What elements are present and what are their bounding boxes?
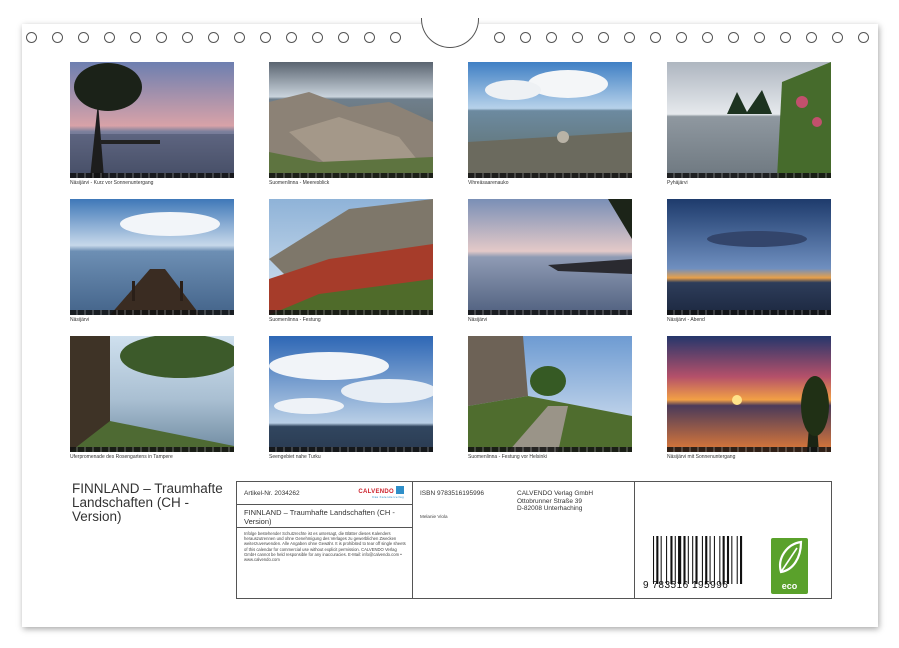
binding-ring bbox=[130, 32, 141, 43]
binding-ring bbox=[364, 32, 375, 43]
binding-ring bbox=[182, 32, 193, 43]
binding-ring bbox=[858, 32, 869, 43]
barcode-bar bbox=[666, 536, 668, 584]
calendar-title: FINNLAND – Traumhafte Landschaften (CH -… bbox=[72, 481, 223, 524]
binding-ring bbox=[520, 32, 531, 43]
publisher-column: ISBN 9783516195996 Melanie Viola CALVEND… bbox=[413, 482, 635, 598]
binding-ring bbox=[754, 32, 765, 43]
binding-ring bbox=[572, 32, 583, 43]
barcode-bar bbox=[674, 536, 676, 584]
barcode-bar bbox=[683, 536, 686, 584]
binding-ring bbox=[26, 32, 37, 43]
barcode-bar bbox=[660, 536, 662, 584]
divider bbox=[237, 527, 412, 528]
barcode-bar bbox=[653, 536, 655, 584]
publisher-name: CALVENDO Verlag GmbH bbox=[517, 490, 594, 497]
binding-ring bbox=[156, 32, 167, 43]
photo-caption: Näsijärvi bbox=[468, 317, 488, 323]
photo-thumbnail bbox=[269, 199, 433, 315]
barcode-bar bbox=[736, 536, 738, 584]
binding-ring bbox=[390, 32, 401, 43]
calvendo-subline: Das Kalenderverlag bbox=[372, 495, 404, 499]
barcode-bar bbox=[692, 536, 694, 584]
barcode-bar bbox=[726, 536, 730, 584]
photo-thumbnail bbox=[70, 199, 234, 315]
photo-caption: Näsijärvi mit Sonnenuntergang bbox=[667, 454, 736, 460]
barcode-column: 9 783516 195996 eco bbox=[635, 482, 831, 598]
leaf-icon bbox=[779, 540, 803, 574]
photo-thumbnail bbox=[70, 336, 234, 452]
photo-caption: Näsijärvi bbox=[70, 317, 90, 323]
binding-ring bbox=[208, 32, 219, 43]
binding-ring bbox=[702, 32, 713, 43]
photo-thumbnail bbox=[269, 62, 433, 178]
photo-thumbnail bbox=[667, 336, 831, 452]
photo-thumbnail bbox=[667, 199, 831, 315]
photo-thumbnail bbox=[70, 62, 234, 178]
barcode-bar bbox=[709, 536, 711, 584]
binding-ring bbox=[806, 32, 817, 43]
eco-label: eco bbox=[781, 581, 798, 591]
isbn: ISBN 9783516195996 bbox=[420, 490, 484, 497]
binding-ring bbox=[598, 32, 609, 43]
barcode-bar bbox=[722, 536, 725, 584]
binding-ring bbox=[624, 32, 635, 43]
photo-thumbnail bbox=[468, 336, 632, 452]
binding-ring bbox=[52, 32, 63, 43]
barcode-bar bbox=[670, 536, 673, 584]
binding-ring bbox=[650, 32, 661, 43]
divider bbox=[237, 504, 412, 505]
eco-badge: eco bbox=[771, 538, 808, 594]
photo-caption: Seengebiet nahe Turku bbox=[269, 454, 321, 460]
binding-ring bbox=[780, 32, 791, 43]
photo-thumbnail bbox=[667, 62, 831, 178]
photo-thumbnail bbox=[269, 336, 433, 452]
product-info-box: Artikel-Nr. 2034262 CALVENDO Das Kalende… bbox=[236, 481, 832, 599]
photo-caption: Pyhäjärvi bbox=[667, 180, 688, 186]
binding-ring bbox=[286, 32, 297, 43]
photo-caption: Suomenlinna - Festung bbox=[269, 317, 321, 323]
publisher-city: D-82008 Unterhaching bbox=[517, 505, 583, 512]
binding-ring bbox=[260, 32, 271, 43]
legal-notice: Infolge bestehender Schutzrechte ist es … bbox=[244, 531, 406, 563]
photo-caption: Näsijärvi - Abend bbox=[667, 317, 705, 323]
calvendo-logo: CALVENDO Das Kalenderverlag bbox=[358, 486, 404, 499]
binding-ring bbox=[104, 32, 115, 43]
photo-caption: Uferpromenade des Rosengartens in Tamper… bbox=[70, 454, 173, 460]
barcode-bar bbox=[713, 536, 715, 584]
binding-ring bbox=[312, 32, 323, 43]
binding-ring bbox=[494, 32, 505, 43]
publisher-street: Ottobrunner Straße 39 bbox=[517, 497, 583, 505]
photo-caption: Näsijärvi - Kurz vor Sonnenuntergang bbox=[70, 180, 154, 186]
barcode-bar bbox=[678, 536, 682, 584]
article-number: Artikel-Nr. 2034262 bbox=[244, 490, 300, 497]
publisher-address: CALVENDO Verlag GmbH Ottobrunner Straße … bbox=[517, 490, 593, 513]
barcode-bar bbox=[656, 536, 659, 584]
article-column: Artikel-Nr. 2034262 CALVENDO Das Kalende… bbox=[237, 482, 413, 598]
barcode-bar bbox=[687, 536, 689, 584]
binding-ring bbox=[234, 32, 245, 43]
binding-ring bbox=[676, 32, 687, 43]
photo-caption: Suomenlinna - Meeresblick bbox=[269, 180, 330, 186]
photo-thumbnail bbox=[468, 62, 632, 178]
binding-ring bbox=[832, 32, 843, 43]
barcode-number: 9 783516 195996 bbox=[643, 580, 729, 591]
photo-thumbnail bbox=[468, 199, 632, 315]
binding-ring bbox=[546, 32, 557, 43]
barcode-bar bbox=[740, 536, 743, 584]
photo-caption: Suomenlinna - Festung vor Helsinki bbox=[468, 454, 547, 460]
photo-caption: Vihreäsaaren­auko bbox=[468, 180, 509, 186]
calvendo-logo-icon bbox=[396, 486, 404, 494]
barcode-bar bbox=[695, 536, 698, 584]
binding-ring bbox=[338, 32, 349, 43]
binding-ring bbox=[728, 32, 739, 43]
product-title: FINNLAND – Traumhafte Landschaften (CH -… bbox=[244, 508, 395, 526]
barcode-bar bbox=[731, 536, 733, 584]
barcode-bar bbox=[705, 536, 708, 584]
barcode-bar bbox=[719, 536, 721, 584]
binding-ring bbox=[78, 32, 89, 43]
calendar-back-page: Näsijärvi - Kurz vor Sonnenuntergang Suo… bbox=[22, 18, 878, 627]
author-name: Melanie Viola bbox=[420, 514, 448, 519]
barcode-bar bbox=[701, 536, 703, 584]
